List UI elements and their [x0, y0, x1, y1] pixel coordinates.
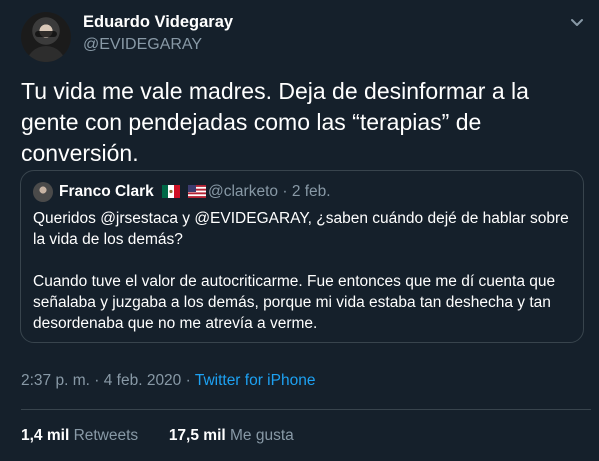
- quoted-text: Queridos @jrsestaca y @EVIDEGARAY, ¿sabe…: [33, 210, 569, 332]
- chevron-down-icon[interactable]: [568, 16, 586, 30]
- meta-separator: ·: [185, 372, 191, 389]
- quoted-meta: @clarketo · 2 feb.: [208, 183, 331, 201]
- meta-separator: ·: [94, 372, 100, 389]
- retweets-count[interactable]: 1,4 mil: [21, 427, 69, 444]
- quoted-author-avatar[interactable]: [33, 182, 53, 202]
- quoted-author-name[interactable]: Franco Clark: [59, 183, 154, 201]
- usa-flag-icon: [188, 185, 207, 198]
- tweet-meta: 2:37 p. m. · 4 feb. 2020 · Twitter for i…: [21, 372, 315, 390]
- tweet-card: Eduardo Videgaray @EVIDEGARAY Tu vida me…: [0, 0, 599, 461]
- author-name[interactable]: Eduardo Videgaray: [83, 13, 233, 32]
- likes-label[interactable]: Me gusta: [230, 427, 294, 444]
- retweets-label[interactable]: Retweets: [74, 427, 139, 444]
- tweet-time[interactable]: 2:37 p. m.: [21, 372, 90, 389]
- author-avatar[interactable]: [21, 12, 71, 62]
- tweet-stats: 1,4 mil Retweets 17,5 mil Me gusta: [21, 427, 294, 445]
- quoted-tweet[interactable]: Franco Clark @clarketo · 2 feb. Queridos: [20, 170, 584, 343]
- avatar-shoulders: [26, 46, 66, 62]
- quoted-author-flags: [162, 184, 210, 200]
- quoted-author-handle[interactable]: @clarketo: [208, 183, 278, 200]
- avatar-glasses: [35, 31, 57, 37]
- mexico-flag-icon: [162, 185, 180, 198]
- author-handle[interactable]: @EVIDEGARAY: [83, 36, 202, 54]
- likes-count[interactable]: 17,5 mil: [169, 427, 226, 444]
- divider: [21, 409, 591, 410]
- quoted-date[interactable]: 2 feb.: [292, 183, 331, 200]
- tweet-text: Tu vida me vale madres. Deja de desinfor…: [21, 78, 529, 166]
- tweet-source-link[interactable]: Twitter for iPhone: [195, 372, 316, 389]
- quoted-separator: ·: [282, 183, 288, 200]
- tweet-date[interactable]: 4 feb. 2020: [104, 372, 182, 389]
